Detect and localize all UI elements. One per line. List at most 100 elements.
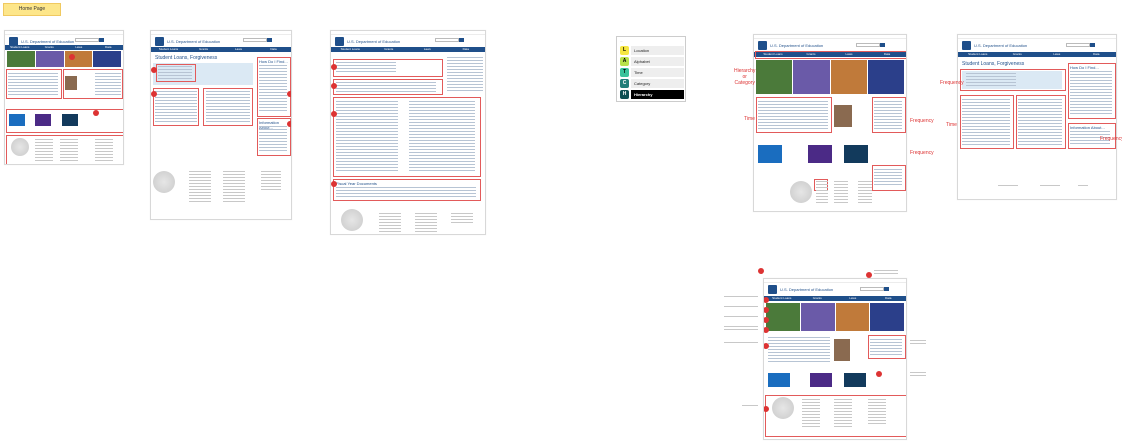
nav-item[interactable]: Grants — [35, 45, 65, 50]
search-button[interactable] — [1090, 43, 1095, 47]
promo-tile[interactable] — [808, 145, 832, 163]
nav-item[interactable]: Data — [871, 296, 907, 301]
nav-item[interactable]: Laws — [408, 47, 447, 52]
main-nav: Student Loans Grants Laws Data — [331, 47, 485, 52]
search-input[interactable] — [75, 38, 99, 42]
nav-item[interactable]: Grants — [800, 296, 836, 301]
annotation-marker — [331, 181, 337, 187]
promo-tile[interactable] — [844, 145, 868, 163]
nav-item[interactable]: Grants — [186, 47, 221, 52]
portrait-image — [834, 105, 852, 127]
search-input[interactable] — [856, 43, 880, 47]
search-input[interactable] — [1066, 43, 1090, 47]
legend-row-location: L Location — [620, 46, 684, 55]
nav-item[interactable]: Laws — [1037, 52, 1077, 57]
seal-watermark — [772, 397, 794, 419]
annotation-marker — [764, 343, 769, 349]
hero-carousel[interactable] — [7, 51, 121, 67]
nav-item[interactable]: Student Loans — [764, 296, 800, 301]
label-time: Time — [946, 122, 957, 128]
annotation-marker — [758, 268, 764, 274]
search-button[interactable] — [884, 287, 889, 291]
label-frequency: Frequency — [910, 118, 934, 124]
nav-item[interactable]: Student Loans — [5, 45, 35, 50]
hero-carousel[interactable] — [766, 303, 904, 331]
promo-tile[interactable] — [758, 145, 782, 163]
seal-watermark — [341, 209, 363, 231]
nav-item[interactable]: Data — [1077, 52, 1117, 57]
hero-carousel[interactable] — [756, 60, 904, 94]
nav-item[interactable]: Grants — [998, 52, 1038, 57]
annotation-marker — [69, 54, 75, 60]
annotation-marker — [151, 67, 157, 73]
annotation-marker — [93, 110, 99, 116]
annotation-marker — [764, 317, 769, 323]
search-input[interactable] — [435, 38, 459, 42]
promo-tile[interactable] — [844, 373, 866, 387]
annotation-marker — [331, 83, 337, 89]
annotation-marker — [287, 91, 291, 97]
legend-row-alphabet: A Alphabet — [620, 57, 684, 66]
main-nav: Student Loans Grants Laws Data — [764, 296, 906, 301]
label-frequency: Frequency — [940, 80, 964, 86]
annotation-marker — [331, 64, 337, 70]
nav-item[interactable]: Student Loans — [151, 47, 186, 52]
seal-watermark — [790, 181, 812, 203]
search-button[interactable] — [880, 43, 885, 47]
nav-item[interactable]: Data — [94, 45, 124, 50]
search-button[interactable] — [459, 38, 464, 42]
org-name: U.S. Department of Education — [780, 287, 834, 292]
seal-icon — [335, 37, 344, 46]
annotation-marker — [876, 371, 882, 377]
screenshot-home-detailed: U.S. Department of Education Student Loa… — [763, 278, 907, 440]
nav-item[interactable]: Data — [447, 47, 486, 52]
label-hierarchy-category: Hierarchy or Category — [734, 68, 756, 86]
legend-row-category: C Category — [620, 79, 684, 88]
org-name: U.S. Department of Education — [21, 39, 75, 44]
label-time: Time — [744, 116, 755, 122]
seal-watermark — [11, 138, 29, 156]
annotation-marker — [287, 121, 291, 127]
portrait-image — [834, 339, 850, 361]
nav-item[interactable]: Laws — [835, 296, 871, 301]
annotation-marker — [151, 91, 157, 97]
nav-item[interactable]: Laws — [221, 47, 256, 52]
seal-icon — [758, 41, 767, 50]
search-button[interactable] — [99, 38, 104, 42]
org-name: U.S. Department of Education — [770, 43, 824, 48]
annotation-marker — [866, 272, 872, 278]
search-input[interactable] — [243, 38, 267, 42]
classification-legend: ... L Location A Alphabet T Time C Categ… — [616, 36, 686, 102]
nav-item[interactable]: Student Loans — [331, 47, 370, 52]
screenshot-student-loans: U.S. Department of Education Student Loa… — [150, 30, 292, 220]
screenshot-grants: U.S. Department of Education Student Loa… — [330, 30, 486, 235]
nav-item[interactable]: Student Loans — [958, 52, 998, 57]
annotation-marker — [764, 297, 769, 303]
legend-row-time: T Time — [620, 68, 684, 77]
search-button[interactable] — [267, 38, 272, 42]
screenshot-home-classified: U.S. Department of Education Student Loa… — [753, 34, 907, 212]
org-name: U.S. Department of Education — [974, 43, 1028, 48]
annotation-marker — [764, 406, 769, 412]
org-name: U.S. Department of Education — [347, 39, 401, 44]
main-nav: Student Loans Grants Laws Data — [151, 47, 291, 52]
main-nav: Student Loans Grants Laws Data — [958, 52, 1116, 57]
search-input[interactable] — [860, 287, 884, 291]
page-title: Student Loans, Forgiveness — [155, 55, 218, 61]
promo-tile[interactable] — [768, 373, 790, 387]
nav-item[interactable]: Data — [256, 47, 291, 52]
annotation-marker — [331, 111, 337, 117]
nav-item[interactable]: Grants — [370, 47, 409, 52]
seal-watermark — [153, 171, 175, 193]
org-name: U.S. Department of Education — [167, 39, 221, 44]
home-page-tag: Home Page — [3, 3, 61, 16]
promo-tile[interactable] — [810, 373, 832, 387]
label-frequency: Frequency — [1100, 136, 1122, 142]
portrait-image — [65, 76, 77, 90]
legend-row-hierarchy: H Hierarchy — [620, 90, 684, 99]
annotation-marker — [764, 307, 769, 313]
screenshot-student-loans-classified: U.S. Department of Education Student Loa… — [957, 34, 1117, 200]
nav-item[interactable]: Laws — [64, 45, 94, 50]
screenshot-home-annotated: U.S. Department of Education Student Loa… — [4, 30, 124, 165]
seal-icon — [962, 41, 971, 50]
